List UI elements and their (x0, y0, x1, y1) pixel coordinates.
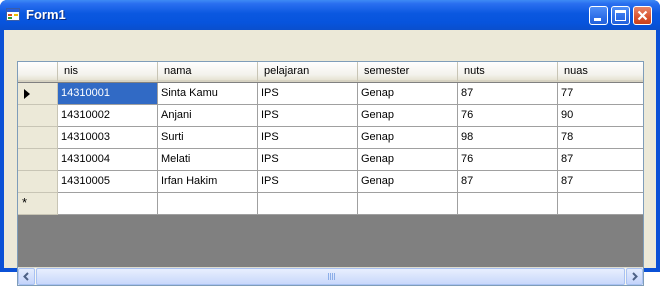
maximize-icon (615, 10, 626, 21)
close-button[interactable] (633, 6, 652, 25)
table-cell[interactable]: Genap (358, 105, 458, 127)
table-cell[interactable]: 14310001 (58, 83, 158, 105)
table-cell[interactable]: Irfan Hakim (158, 171, 258, 193)
header-corner[interactable] (18, 62, 58, 82)
table-cell[interactable]: 98 (458, 127, 558, 149)
table-cell[interactable]: 87 (558, 149, 643, 171)
table-cell[interactable]: 78 (558, 127, 643, 149)
table-cell[interactable]: Genap (358, 127, 458, 149)
table-cell[interactable]: Sinta Kamu (158, 83, 258, 105)
new-row-cell[interactable] (358, 193, 458, 215)
new-row-cell[interactable] (58, 193, 158, 215)
table-row: 14310003 Surti IPS Genap 98 78 (18, 127, 643, 149)
minimize-button[interactable] (589, 6, 608, 25)
scroll-thumb[interactable] (36, 268, 625, 285)
table-cell[interactable]: IPS (258, 171, 358, 193)
data-grid-view[interactable]: nis nama pelajaran semester nuts nuas 14… (17, 61, 644, 286)
title-bar[interactable]: Form1 (0, 0, 660, 30)
table-cell[interactable]: IPS (258, 83, 358, 105)
table-cell[interactable]: Genap (358, 149, 458, 171)
column-header-nis[interactable]: nis (58, 62, 158, 82)
row-header[interactable]: * (18, 193, 58, 215)
new-row-cell[interactable] (558, 193, 643, 215)
minimize-icon (594, 18, 601, 21)
table-row: 14310002 Anjani IPS Genap 76 90 (18, 105, 643, 127)
row-header[interactable] (18, 83, 58, 105)
table-row: 14310004 Melati IPS Genap 76 87 (18, 149, 643, 171)
table-cell[interactable]: 14310005 (58, 171, 158, 193)
table-cell[interactable]: 90 (558, 105, 643, 127)
column-header-nuas[interactable]: nuas (558, 62, 643, 82)
row-header[interactable] (18, 149, 58, 171)
table-row: 14310005 Irfan Hakim IPS Genap 87 87 (18, 171, 643, 193)
table-cell[interactable]: IPS (258, 149, 358, 171)
new-row-cell[interactable] (158, 193, 258, 215)
scroll-right-arrow-icon (632, 272, 638, 281)
table-cell[interactable]: 14310003 (58, 127, 158, 149)
close-icon (637, 10, 648, 21)
table-cell[interactable]: Genap (358, 83, 458, 105)
table-cell[interactable]: Melati (158, 149, 258, 171)
maximize-button[interactable] (611, 6, 630, 25)
table-cell[interactable]: Surti (158, 127, 258, 149)
table-cell[interactable]: 76 (458, 149, 558, 171)
table-cell[interactable]: Genap (358, 171, 458, 193)
new-row: * (18, 193, 643, 215)
row-header[interactable] (18, 171, 58, 193)
column-header-nuts[interactable]: nuts (458, 62, 558, 82)
table-cell[interactable]: 87 (558, 171, 643, 193)
form-app-icon (6, 8, 20, 21)
table-cell[interactable]: Anjani (158, 105, 258, 127)
table-cell[interactable]: 87 (458, 83, 558, 105)
horizontal-scrollbar[interactable] (18, 267, 643, 285)
table-cell[interactable]: 14310004 (58, 149, 158, 171)
scroll-right-button[interactable] (626, 268, 643, 285)
app-window: Form1 nis nama pelajaran semester nuts n… (0, 0, 660, 286)
table-cell[interactable]: 87 (458, 171, 558, 193)
table-cell[interactable]: IPS (258, 105, 358, 127)
new-row-cell[interactable] (458, 193, 558, 215)
column-header-row: nis nama pelajaran semester nuts nuas (18, 62, 643, 83)
thumb-grip-icon (328, 273, 335, 280)
table-row: 14310001 Sinta Kamu IPS Genap 87 77 (18, 83, 643, 105)
table-cell[interactable]: 77 (558, 83, 643, 105)
new-row-asterisk-icon: * (22, 195, 28, 210)
column-header-semester[interactable]: semester (358, 62, 458, 82)
column-header-pelajaran[interactable]: pelajaran (258, 62, 358, 82)
new-row-cell[interactable] (258, 193, 358, 215)
scroll-left-button[interactable] (18, 268, 35, 285)
row-header[interactable] (18, 105, 58, 127)
current-row-arrow-icon (24, 89, 30, 99)
column-header-nama[interactable]: nama (158, 62, 258, 82)
form-client-area: nis nama pelajaran semester nuts nuas 14… (4, 30, 656, 286)
row-header[interactable] (18, 127, 58, 149)
table-cell[interactable]: IPS (258, 127, 358, 149)
table-cell[interactable]: 76 (458, 105, 558, 127)
window-title: Form1 (26, 7, 66, 22)
table-cell[interactable]: 14310002 (58, 105, 158, 127)
scroll-left-arrow-icon (23, 272, 29, 281)
